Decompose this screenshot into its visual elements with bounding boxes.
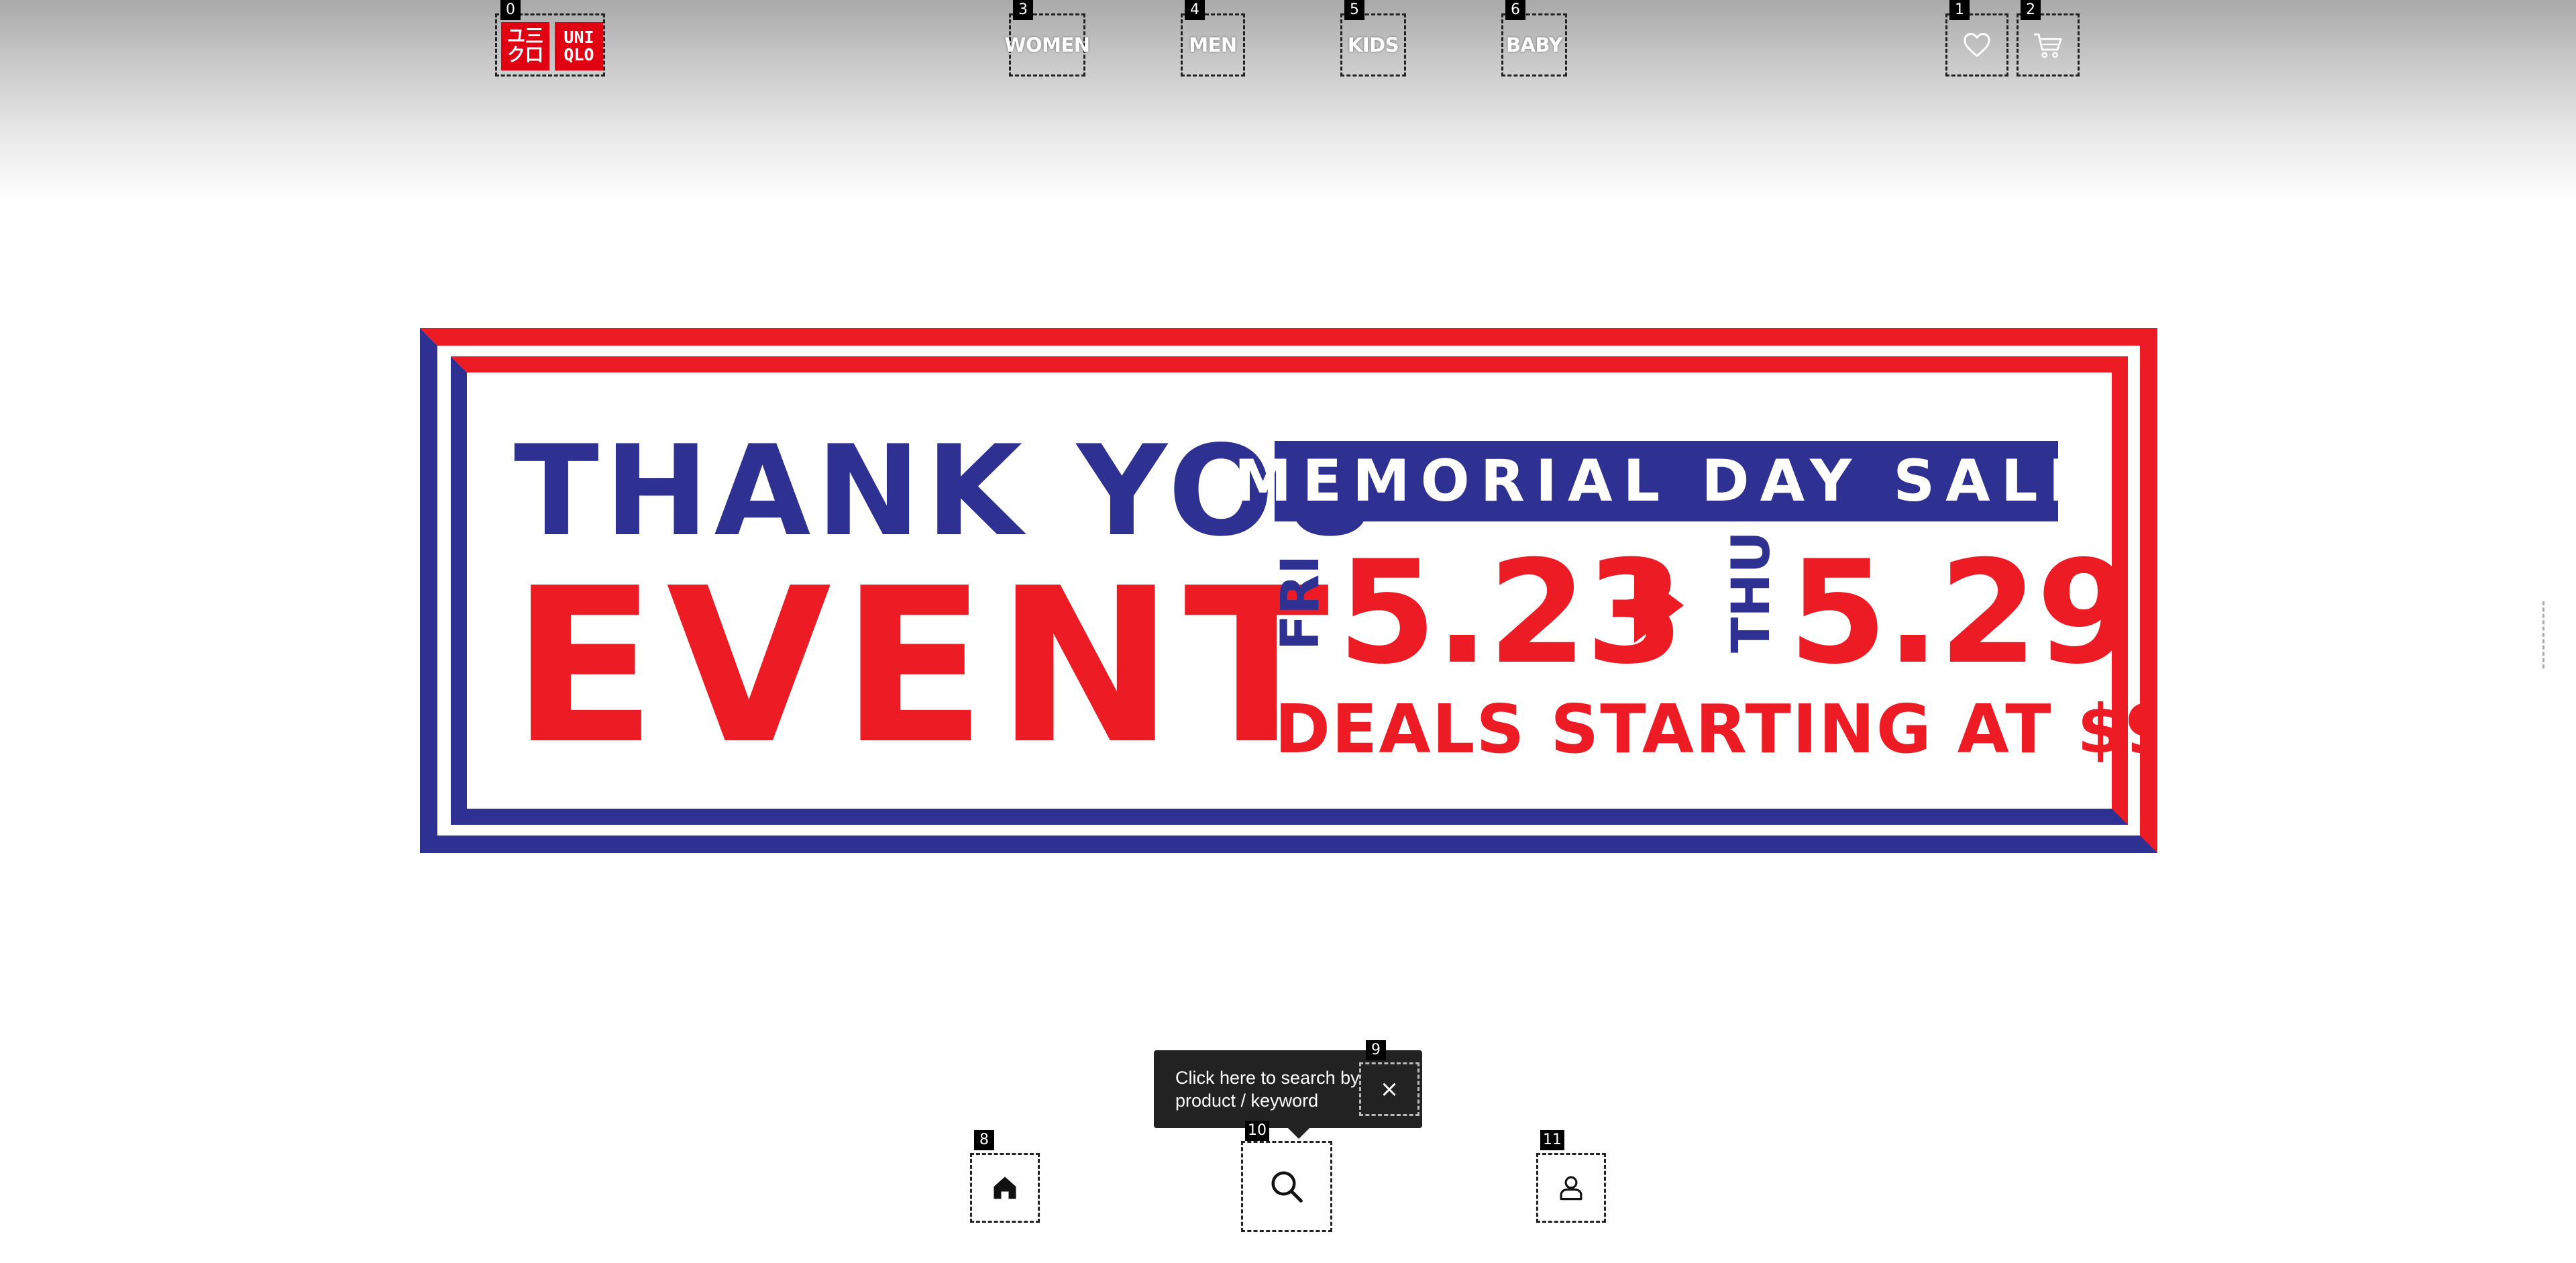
banner-arrow-icon [1634, 568, 1684, 643]
home-button[interactable] [970, 1153, 1040, 1223]
nav-baby[interactable]: BABY [1501, 13, 1567, 77]
banner-start-date: 5.23 [1338, 529, 1684, 695]
banner-end-date: 5.29 [1788, 529, 2135, 695]
site-header: ユ三 ク口 UNI QLO 0 WOMEN 3 MEN 4 KIDS 5 BAB… [0, 0, 2576, 201]
logo-badge: 0 [500, 0, 521, 20]
home-icon [994, 1176, 1016, 1199]
nav-women-badge: 3 [1013, 0, 1033, 20]
home-badge: 8 [974, 1130, 994, 1150]
banner-sale-title: MEMORIAL DAY SALE [1234, 448, 2099, 515]
logo-katakana-tile: ユ三 ク口 [501, 22, 549, 70]
tooltip-close-button[interactable]: × [1359, 1062, 1419, 1116]
nav-kids[interactable]: KIDS [1340, 13, 1406, 77]
search-button[interactable] [1241, 1141, 1332, 1232]
logo-katakana-line-one: ユ三 [507, 26, 543, 47]
tooltip-close-badge: 9 [1366, 1040, 1386, 1060]
nav-men[interactable]: MEN [1181, 13, 1245, 77]
cart-badge: 2 [2021, 0, 2041, 20]
logo-latin-tile: UNI QLO [555, 22, 603, 70]
nav-baby-badge: 6 [1505, 0, 1525, 20]
nav-men-label: MEN [1189, 34, 1237, 56]
search-tooltip-text: Click here to search by product / keywor… [1175, 1068, 1360, 1111]
heart-icon [1964, 33, 1990, 57]
wishlist-button[interactable] [1945, 13, 2008, 77]
logo-latin-line-one: UNI [564, 27, 594, 47]
nav-men-badge: 4 [1185, 0, 1205, 20]
search-tooltip: Click here to search by product / keywor… [1154, 1050, 1422, 1139]
wishlist-badge: 1 [1949, 0, 1970, 20]
search-badge: 10 [1245, 1121, 1269, 1141]
banner-end-day: THU [1721, 531, 1782, 653]
nav-kids-badge: 5 [1344, 0, 1364, 20]
memorial-day-sale-banner[interactable]: THANK YOU EVENT MEMORIAL DAY SALE FRI 5.… [420, 328, 2157, 853]
search-icon [1271, 1171, 1303, 1203]
close-icon: × [1379, 1076, 1399, 1103]
cart-icon [2034, 33, 2062, 58]
nav-women-label: WOMEN [1004, 34, 1090, 56]
banner-deals: DEALS STARTING AT $9.90 [1275, 690, 2157, 768]
banner-start-day: FRI [1271, 554, 1331, 651]
banner-event: EVENT [511, 542, 1339, 791]
scroll-handle[interactable] [2542, 601, 2551, 668]
logo-latin-line-two: QLO [564, 45, 594, 64]
logo-katakana-line-two: ク口 [507, 45, 543, 66]
nav-women[interactable]: WOMEN [1004, 13, 1090, 77]
user-icon [1560, 1176, 1582, 1201]
nav-kids-label: KIDS [1347, 34, 1399, 56]
banner-sale-title-bar: MEMORIAL DAY SALE [1234, 441, 2088, 521]
account-button[interactable] [1536, 1153, 1606, 1223]
nav-baby-label: BABY [1505, 34, 1563, 56]
cart-button[interactable] [2017, 13, 2080, 77]
account-badge: 11 [1540, 1130, 1564, 1150]
uniqlo-logo[interactable]: ユ三 ク口 UNI QLO [495, 13, 605, 77]
